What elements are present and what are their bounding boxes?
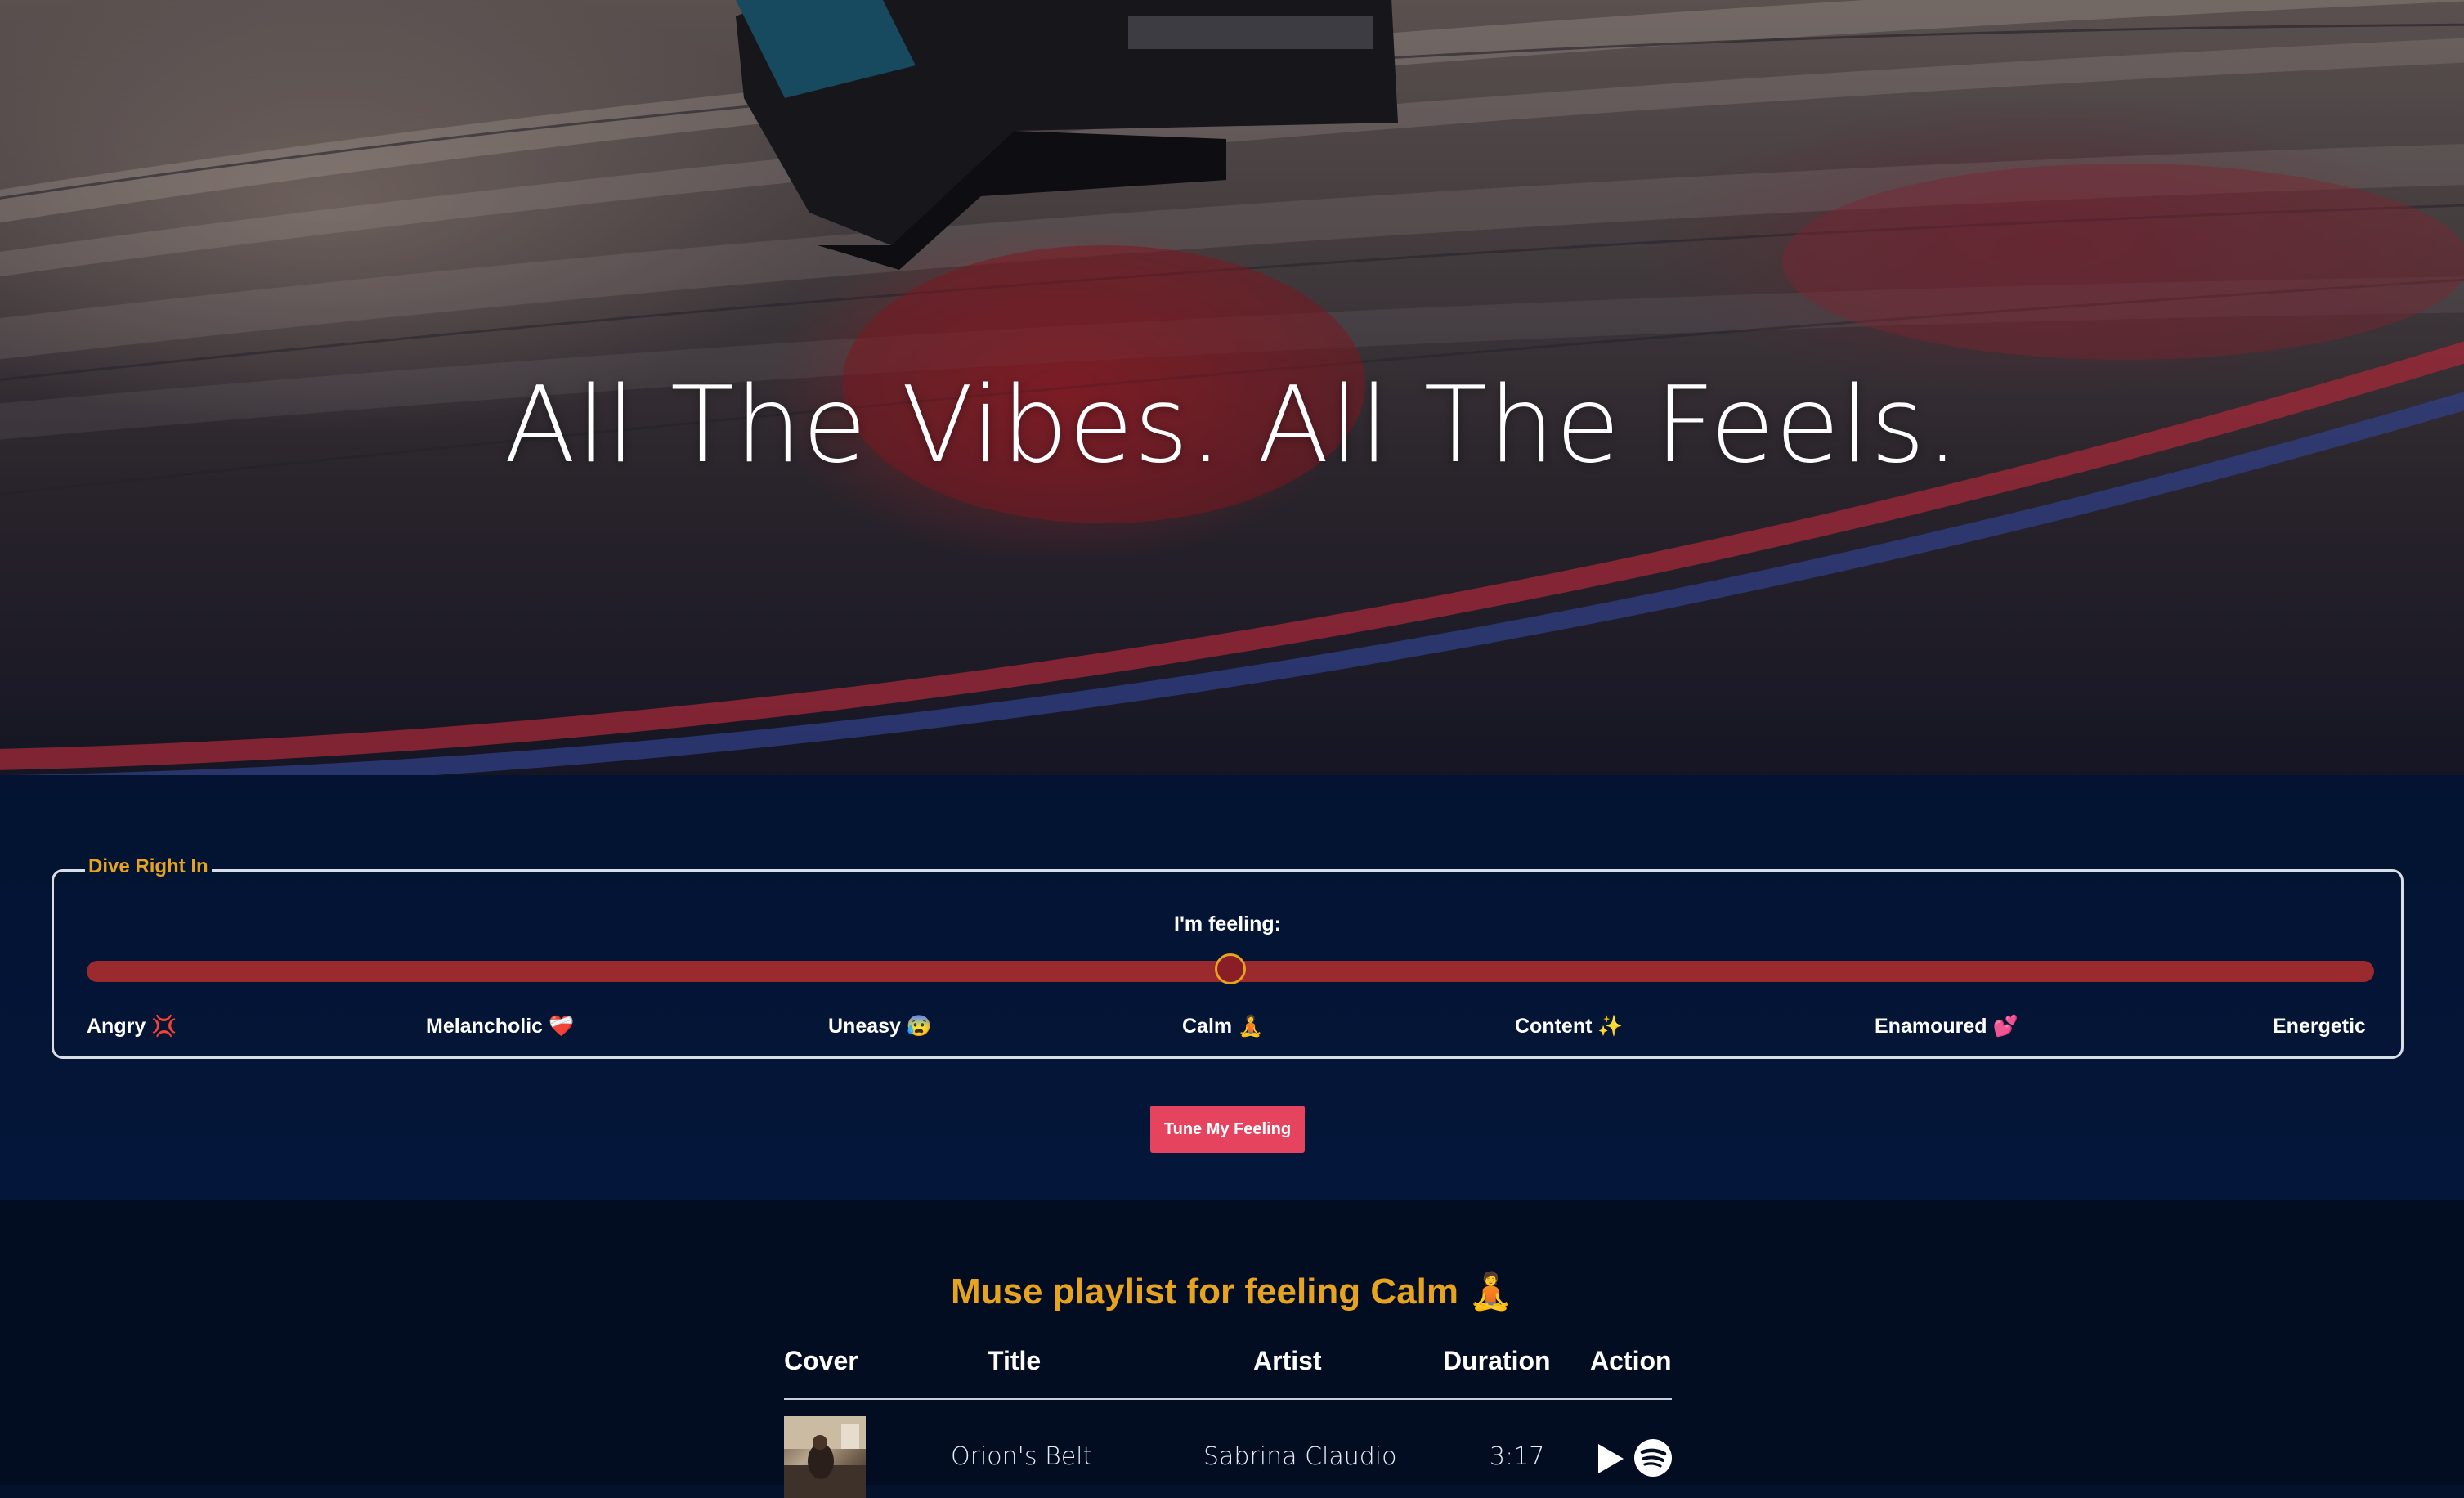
column-header-duration: Duration (1443, 1346, 1551, 1375)
track-title: Orion's Belt (951, 1442, 1093, 1471)
spotify-icon[interactable] (1634, 1439, 1672, 1480)
header-divider (784, 1398, 1672, 1400)
column-header-title: Title (988, 1346, 1042, 1375)
column-header-artist: Artist (1253, 1346, 1322, 1375)
fieldset-legend: Dive Right In (85, 855, 212, 878)
mood-label-calm[interactable]: Calm 🧘 (1182, 1015, 1263, 1038)
tune-my-feeling-button[interactable]: Tune My Feeling (1150, 1106, 1305, 1153)
hero-title: All The Vibes. All The Feels. (504, 364, 1960, 487)
slider-thumb[interactable] (1215, 953, 1246, 984)
mood-label-angry[interactable]: Angry 💢 (87, 1015, 177, 1038)
column-header-cover: Cover (784, 1346, 858, 1375)
track-artist: Sabrina Claudio (1203, 1442, 1397, 1471)
play-icon[interactable] (1596, 1442, 1625, 1478)
mood-label-energetic[interactable]: Energetic (2273, 1015, 2366, 1038)
mood-label-melancholic[interactable]: Melancholic ❤️‍🩹 (426, 1015, 574, 1038)
hero-banner: All The Vibes. All The Feels. (0, 0, 2464, 775)
feeling-prompt: I'm feeling: (1174, 913, 1281, 935)
playlist-heading: Muse playlist for feeling Calm 🧘 (950, 1271, 1514, 1312)
playlist-section: Muse playlist for feeling Calm 🧘 Cover T… (0, 1200, 2464, 1498)
mood-slider[interactable] (87, 953, 2374, 984)
mood-label-enamoured[interactable]: Enamoured 💕 (1875, 1015, 2018, 1038)
track-duration: 3:17 (1490, 1442, 1545, 1471)
column-header-action: Action (1590, 1346, 1672, 1375)
mood-section: Dive Right In I'm feeling: Angry 💢 Melan… (0, 775, 2464, 1200)
mood-label-uneasy[interactable]: Uneasy 😰 (828, 1015, 932, 1038)
mood-scale-labels: Angry 💢 Melancholic ❤️‍🩹 Uneasy 😰 Calm 🧘… (54, 1015, 2401, 1043)
mood-label-content[interactable]: Content ✨ (1515, 1015, 1624, 1038)
mood-fieldset: Dive Right In I'm feeling: Angry 💢 Melan… (52, 855, 2404, 1059)
table-row: Orion's Belt Sabrina Claudio 3:17 (784, 1416, 1672, 1498)
album-cover-image (784, 1416, 866, 1498)
